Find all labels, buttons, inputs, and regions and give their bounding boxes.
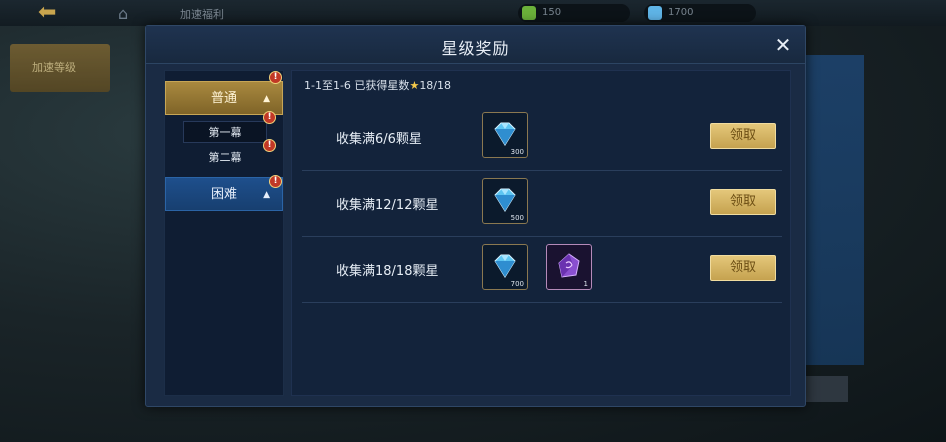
reward-condition-label: 收集满12/12颗星	[336, 198, 439, 213]
tab-hard-label: 困难	[210, 187, 237, 202]
tab-hard[interactable]: 困难 ▲	[165, 177, 283, 211]
tab-normal-label: 普通	[210, 91, 237, 106]
reward-item-slot[interactable]: 500	[482, 178, 528, 224]
close-button[interactable]: ✕	[773, 35, 793, 55]
resource-display-1: 150	[518, 4, 630, 22]
background-right-panel	[800, 55, 864, 365]
chapter-2-item[interactable]: 第二幕	[183, 147, 267, 169]
claim-button[interactable]: 领取	[710, 123, 776, 149]
diamond-icon	[494, 254, 516, 278]
diamond-icon	[494, 122, 516, 146]
tab-normal[interactable]: 普通 ▲	[165, 81, 283, 115]
diamond-icon	[494, 188, 516, 212]
item-quantity: 300	[510, 148, 524, 156]
resource-display-2: 1700	[644, 4, 756, 22]
purple-crystal-icon	[558, 253, 580, 278]
item-quantity: 500	[510, 214, 524, 222]
close-icon: ✕	[774, 33, 792, 57]
reward-row: 收集满12/12颗星 500 领取	[302, 171, 782, 237]
dialog-header: 星级奖励 ✕	[146, 26, 805, 64]
background-title: 加速福利	[180, 8, 224, 21]
diamond-icon	[648, 6, 662, 20]
claim-button[interactable]: 领取	[710, 189, 776, 215]
notification-badge-icon: !	[269, 71, 282, 84]
reward-list-panel: 1-1至1-6 已获得星数★18/18 收集满6/6颗星 300 领取 收集满1…	[291, 70, 791, 396]
background-right-button[interactable]	[806, 376, 848, 402]
background-side-button[interactable]: 加速等级	[10, 44, 110, 92]
reward-condition-label: 收集满6/6颗星	[336, 132, 422, 147]
back-arrow-icon[interactable]: ⬅	[38, 2, 80, 24]
claim-button[interactable]: 领取	[710, 255, 776, 281]
home-icon[interactable]: ⌂	[118, 4, 140, 23]
dialog-title: 星级奖励	[441, 39, 510, 58]
reward-item-slot[interactable]: 700	[482, 244, 528, 290]
reward-row: 收集满18/18颗星 700 1 领取	[302, 237, 782, 303]
background-top-bar	[0, 0, 946, 26]
chapter-1-item[interactable]: 第一幕	[183, 121, 267, 143]
star-reward-dialog: 星级奖励 ✕ 普通 ▲ ! 第一幕 ! 第二幕 ! 困难 ▲ ! 1-1至1-6…	[145, 25, 806, 407]
notification-badge-icon: !	[263, 139, 276, 152]
star-icon: ★	[409, 79, 420, 92]
energy-icon	[522, 6, 536, 20]
reward-item-slot[interactable]: 300	[482, 112, 528, 158]
item-quantity: 700	[510, 280, 524, 288]
notification-badge-icon: !	[269, 175, 282, 188]
reward-item-slot[interactable]: 1	[546, 244, 592, 290]
reward-row: 收集满6/6颗星 300 领取	[302, 105, 782, 171]
notification-badge-icon: !	[263, 111, 276, 124]
star-progress-text: 1-1至1-6 已获得星数★18/18	[304, 79, 452, 92]
reward-condition-label: 收集满18/18颗星	[336, 264, 439, 279]
item-quantity: 1	[583, 280, 588, 288]
difficulty-nav: 普通 ▲ ! 第一幕 ! 第二幕 ! 困难 ▲ !	[164, 70, 284, 396]
